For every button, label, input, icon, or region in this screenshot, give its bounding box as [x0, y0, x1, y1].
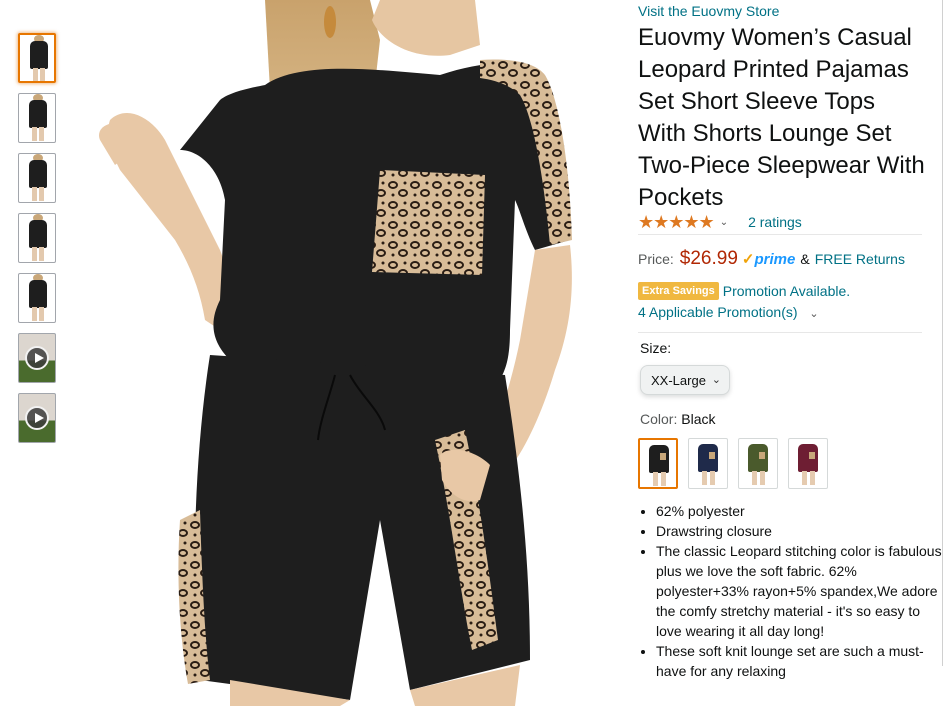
size-dropdown[interactable]: XX-Large ⌄ [640, 365, 730, 395]
size-label: Size: [640, 340, 672, 356]
video-thumbnail-2[interactable] [18, 393, 56, 443]
thumbnail-4[interactable] [18, 213, 56, 263]
extra-savings-badge: Extra Savings [638, 282, 719, 300]
divider [638, 234, 922, 235]
play-icon [25, 406, 49, 430]
thumbnail-5[interactable] [18, 273, 56, 323]
promotion-row: Extra Savings Promotion Available. [638, 282, 850, 300]
price-row: Price: $26.99 ✓prime & FREE Returns [638, 248, 905, 270]
size-selected-value: XX-Large [651, 372, 706, 388]
feature-bullet: Drawstring closure [656, 521, 946, 541]
applicable-promotions-label: 4 Applicable Promotion(s) [638, 304, 798, 320]
main-product-image[interactable] [80, 0, 600, 706]
feature-bullet: These soft knit lounge set are such a mu… [656, 641, 946, 681]
thumbnail-2[interactable] [18, 93, 56, 143]
free-returns-link[interactable]: FREE Returns [815, 251, 905, 267]
visit-store-link[interactable]: Visit the Euovmy Store [638, 3, 779, 19]
chevron-down-icon: ⌄ [711, 374, 721, 386]
ratings-count-link[interactable]: 2 ratings [748, 214, 802, 230]
color-selected-value: Black [681, 411, 716, 427]
feature-bullet: 62% polyester [656, 501, 946, 521]
scrollbar[interactable] [942, 0, 948, 666]
play-icon [25, 346, 49, 370]
promotion-available-link[interactable]: Promotion Available. [723, 283, 850, 299]
ampersand: & [800, 251, 810, 267]
thumbnail-3[interactable] [18, 153, 56, 203]
color-swatches [638, 438, 838, 489]
rating-chevron-down-icon[interactable]: ⌄ [720, 217, 728, 228]
applicable-promotions-link[interactable]: 4 Applicable Promotion(s) ⌄ [638, 304, 819, 320]
feature-bullets: 62% polyester Drawstring closure The cla… [638, 501, 946, 681]
price-value: $26.99 [679, 248, 738, 269]
color-row: Color: Black [640, 411, 715, 427]
thumbnail-1[interactable] [18, 33, 56, 83]
prime-label: prime [754, 251, 796, 268]
price-label: Price: [638, 251, 674, 267]
color-swatch-black[interactable] [638, 438, 678, 489]
color-swatch-navy[interactable] [688, 438, 728, 489]
promotions-chevron-down-icon: ⌄ [809, 308, 819, 320]
star-rating-icon[interactable]: ★★★★★ [638, 212, 715, 233]
feature-bullet: The classic Leopard stitching color is f… [656, 541, 946, 641]
product-title: Euovmy Women’s Casual Leopard Printed Pa… [638, 24, 925, 211]
divider [638, 332, 922, 333]
color-swatch-wine-red[interactable] [788, 438, 828, 489]
thumbnail-strip [18, 33, 58, 453]
video-thumbnail-1[interactable] [18, 333, 56, 383]
prime-badge-icon: ✓prime [742, 250, 795, 268]
rating-row: ★★★★★ ⌄ 2 ratings [638, 212, 802, 232]
product-photo [99, 0, 572, 706]
prime-check-icon: ✓ [741, 251, 755, 268]
color-swatch-army-green[interactable] [738, 438, 778, 489]
color-label: Color: [640, 411, 678, 427]
